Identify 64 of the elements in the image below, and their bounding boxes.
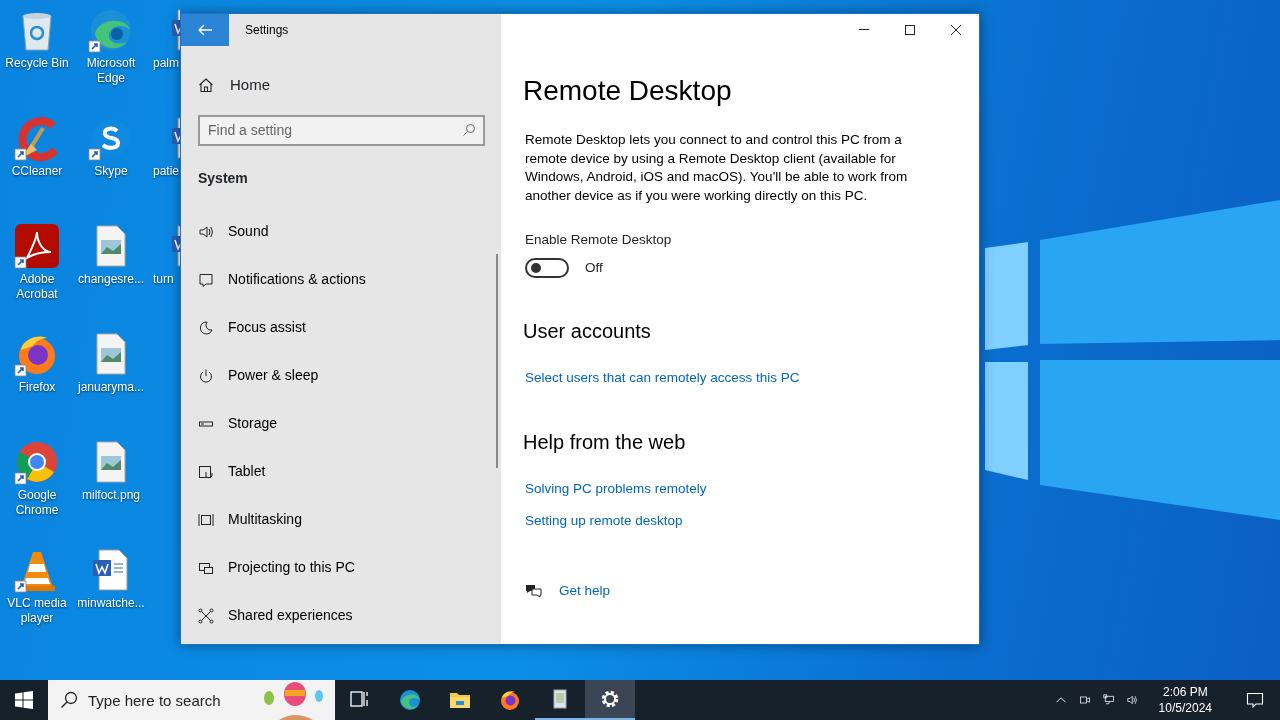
- home-icon: [198, 77, 214, 94]
- page-heading: Remote Desktop: [523, 74, 733, 108]
- toggle-state: Off: [585, 259, 603, 278]
- speech-bubble-icon: [1246, 691, 1264, 709]
- file-label: Firefox: [18, 380, 56, 395]
- taskbar-search-field[interactable]: Type here to search: [48, 680, 335, 720]
- section-heading: System: [197, 168, 249, 188]
- file-label: Microsoft Edge: [85, 56, 137, 86]
- toggle-switch[interactable]: [525, 258, 569, 279]
- toggle-label: Enable Remote Desktop: [525, 231, 673, 249]
- sidebar-item[interactable]: Storage: [181, 399, 501, 448]
- share-icon: [198, 607, 214, 624]
- help-link[interactable]: Select users that can remotely access this PC: [525, 369, 800, 385]
- pdf-reader-icon[interactable]: [13, 222, 61, 270]
- file-label: patie: [152, 164, 180, 179]
- home-nav-item[interactable]: Home: [181, 66, 501, 105]
- sidebar-item[interactable]: Focus assist: [181, 303, 501, 352]
- sidebar-item[interactable]: Tablet: [181, 447, 501, 496]
- windows-icon: [198, 511, 214, 528]
- back-button[interactable]: [181, 14, 229, 46]
- maximize-icon: [904, 24, 916, 36]
- scrollbar[interactable]: [496, 254, 498, 468]
- speaker-icon: [198, 223, 214, 240]
- file-label: turn: [152, 272, 174, 287]
- file-label: changesre...: [77, 272, 144, 287]
- clock[interactable]: 2:06 PM 10/5/2024: [1150, 684, 1220, 716]
- sidebar-item[interactable]: Multitasking: [181, 495, 501, 544]
- file-label: palm: [152, 56, 179, 71]
- section-heading: User accounts: [523, 318, 652, 344]
- description-text: Remote Desktop lets you connect to and control this PC from a remote device by using a Remote Desktop client (available for Windows, Android, iOS and macOS). You'll be able to work from another device as if you were working directly on this PC.: [525, 131, 909, 205]
- search-field[interactable]: Find a setting: [198, 114, 485, 146]
- file-label: CCleaner: [11, 164, 63, 179]
- search-icon: [462, 122, 476, 137]
- window-title: Settings: [245, 22, 289, 39]
- file-label: Adobe Acrobat: [15, 272, 59, 302]
- file-label: Recycle Bin: [5, 56, 69, 71]
- file-label: Google Chrome: [14, 488, 60, 518]
- fox-icon: [498, 688, 522, 712]
- file-label: milfoct.png: [82, 488, 140, 503]
- chat-bubbles-icon: [525, 582, 543, 599]
- moon-icon: [198, 319, 214, 336]
- sidebar-item[interactable]: Power & sleep: [181, 351, 501, 400]
- windows-logo-icon: [15, 691, 33, 709]
- tablet-icon: [198, 463, 214, 480]
- help-link[interactable]: Solving PC problems remotely: [525, 480, 707, 496]
- help-link[interactable]: Setting up remote desktop: [525, 512, 683, 528]
- close-icon: [950, 24, 962, 36]
- broom-icon[interactable]: [13, 114, 61, 162]
- sidebar-item[interactable]: Sound: [181, 207, 501, 256]
- file-label: VLC media player: [6, 596, 68, 626]
- sidebar-item[interactable]: Shared experiences: [181, 591, 501, 640]
- edge-icon: [398, 688, 422, 712]
- power-icon: [198, 367, 214, 384]
- get-help-link[interactable]: Get help: [559, 580, 611, 601]
- search-icon: [60, 691, 78, 709]
- file-label: januaryma...: [78, 380, 144, 395]
- taskbar-app-button[interactable]: [585, 680, 635, 720]
- speech-bubble-icon: [198, 271, 214, 288]
- section-heading: Help from the web: [523, 429, 687, 455]
- file-label: minwatche...: [77, 596, 145, 611]
- sidebar-item[interactable]: Notifications & actions: [181, 255, 501, 304]
- sidebar-item[interactable]: Projecting to this PC: [181, 543, 501, 592]
- file-label: Skype: [94, 164, 128, 179]
- back-arrow-icon: [197, 22, 213, 38]
